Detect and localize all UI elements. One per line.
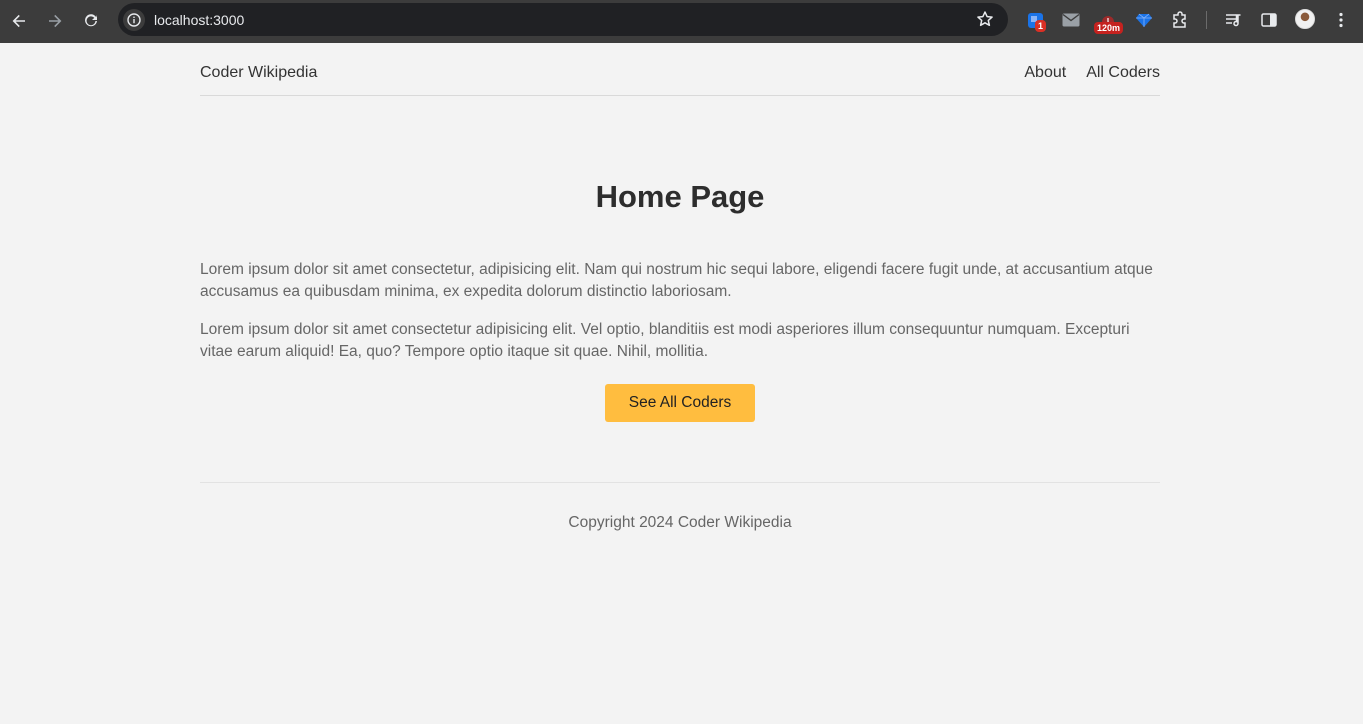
footer-copyright: Copyright 2024 Coder Wikipedia — [568, 514, 792, 531]
media-control-icon[interactable] — [1224, 10, 1244, 30]
mail-extension-icon[interactable] — [1061, 10, 1081, 30]
browser-toolbar: localhost:3000 1 120m — [0, 0, 1363, 43]
reload-button[interactable] — [73, 3, 109, 39]
extension-badge: 1 — [1035, 20, 1047, 32]
address-bar[interactable]: localhost:3000 — [118, 3, 1008, 36]
toolbar-separator — [1206, 11, 1207, 29]
intro-paragraph-2: Lorem ipsum dolor sit amet consectetur a… — [200, 321, 1130, 360]
back-button[interactable] — [1, 3, 37, 39]
main-content: Home Page Lorem ipsum dolor sit amet con… — [200, 43, 1160, 724]
footer-divider — [200, 482, 1160, 483]
intro-paragraph-1: Lorem ipsum dolor sit amet consectetur, … — [200, 261, 1153, 300]
url-text: localhost:3000 — [154, 11, 245, 28]
profile-avatar[interactable] — [1295, 9, 1315, 29]
gem-extension-icon[interactable] — [1134, 10, 1154, 30]
forward-arrow-icon — [49, 14, 62, 28]
reload-icon — [85, 14, 97, 27]
side-panel-icon[interactable] — [1259, 10, 1279, 30]
timer-badge: 120m — [1094, 22, 1124, 34]
back-arrow-icon — [12, 14, 25, 28]
browser-menu-icon[interactable] — [1331, 10, 1351, 30]
page-title: Home Page — [595, 179, 765, 214]
web-page: Coder Wikipedia About All Coders Home Pa… — [0, 43, 1363, 724]
timer-extension-icon[interactable]: 120m — [1094, 10, 1124, 34]
blue-extension-icon[interactable]: 1 — [1026, 10, 1047, 32]
bookmark-star-icon[interactable] — [976, 10, 994, 33]
puzzle-extensions-icon[interactable] — [1170, 10, 1190, 30]
site-info-icon[interactable] — [123, 8, 145, 31]
see-all-coders-button[interactable]: See All Coders — [605, 384, 755, 422]
forward-button[interactable] — [37, 3, 73, 39]
